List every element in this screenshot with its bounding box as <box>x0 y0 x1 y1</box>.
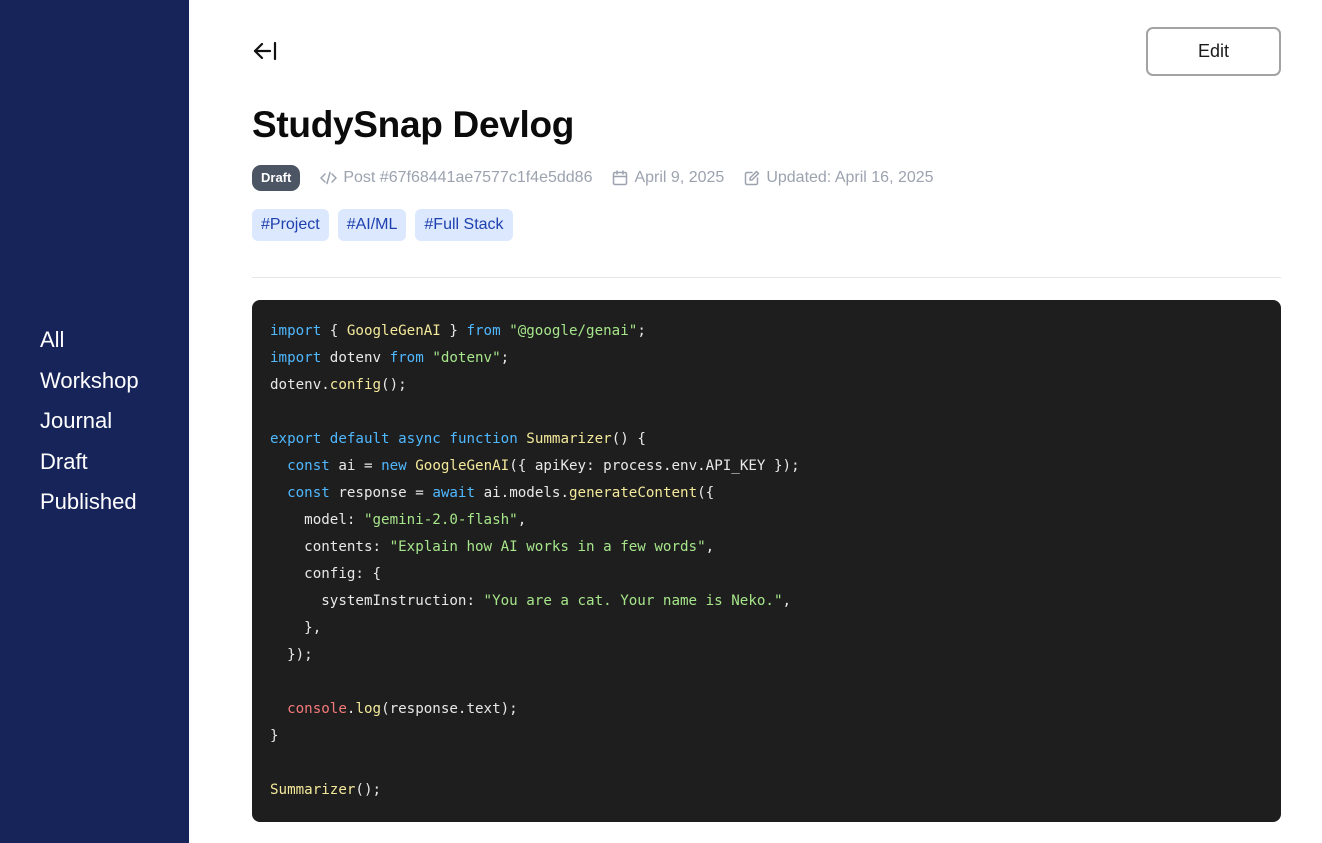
code-line: dotenv.config(); <box>270 377 407 393</box>
code-line: contents: "Explain how AI works in a few… <box>270 539 715 555</box>
code-line: systemInstruction: "You are a cat. Your … <box>270 593 792 609</box>
post-created-text: April 9, 2025 <box>634 169 725 186</box>
code-content: import { GoogleGenAI } from "@google/gen… <box>270 318 1263 804</box>
tag-project[interactable]: #Project <box>252 209 329 241</box>
post-updated-text: Updated: April 16, 2025 <box>766 169 934 186</box>
code-line: } <box>270 728 279 744</box>
code-line: }, <box>270 620 322 636</box>
code-block: import { GoogleGenAI } from "@google/gen… <box>252 300 1281 822</box>
sidebar-item-journal[interactable]: Journal <box>40 401 139 442</box>
code-line: const response = await ai.models.generat… <box>287 485 715 501</box>
code-icon <box>320 171 338 185</box>
post-id: Post #67f68441ae7577c1f4e5dd86 <box>320 169 592 187</box>
post-created-date: April 9, 2025 <box>612 169 724 187</box>
sidebar-item-all[interactable]: All <box>40 320 139 361</box>
sidebar-item-workshop[interactable]: Workshop <box>40 361 139 402</box>
tag-full-stack[interactable]: #Full Stack <box>415 209 513 241</box>
sidebar: All Workshop Journal Draft Published <box>0 0 189 843</box>
code-line: model: "gemini-2.0-flash", <box>270 512 527 528</box>
sidebar-item-draft[interactable]: Draft <box>40 442 139 483</box>
sidebar-nav: All Workshop Journal Draft Published <box>40 320 139 523</box>
code-line: export default async function Summarizer… <box>270 431 646 447</box>
edit-icon <box>745 170 760 186</box>
code-line: Summarizer(); <box>270 782 382 798</box>
divider <box>252 277 1281 278</box>
code-line: import { GoogleGenAI } from "@google/gen… <box>270 323 646 339</box>
code-line: const ai = new GoogleGenAI({ apiKey: pro… <box>287 458 800 474</box>
tag-list: #Project #AI/ML #Full Stack <box>252 209 513 241</box>
edit-button[interactable]: Edit <box>1146 27 1281 76</box>
status-badge: Draft <box>252 165 301 191</box>
tag-ai-ml[interactable]: #AI/ML <box>337 209 407 241</box>
sidebar-item-published[interactable]: Published <box>40 482 139 523</box>
code-line: console.log(response.text); <box>287 701 518 717</box>
post-meta: Draft Post #67f68441ae7577c1f4e5dd86 Apr… <box>252 165 934 191</box>
calendar-icon <box>613 170 628 186</box>
code-line: import dotenv from "dotenv"; <box>270 350 510 366</box>
code-line: config: { <box>270 566 382 582</box>
arrow-left-to-line-icon <box>253 41 277 61</box>
back-button[interactable] <box>252 38 282 64</box>
page-title: StudySnap Devlog <box>252 104 575 145</box>
main-content: Edit StudySnap Devlog Draft Post #67f684… <box>252 0 1281 843</box>
post-id-text: Post #67f68441ae7577c1f4e5dd86 <box>343 169 593 186</box>
code-line: }); <box>270 647 313 663</box>
post-updated-date: Updated: April 16, 2025 <box>744 169 934 187</box>
